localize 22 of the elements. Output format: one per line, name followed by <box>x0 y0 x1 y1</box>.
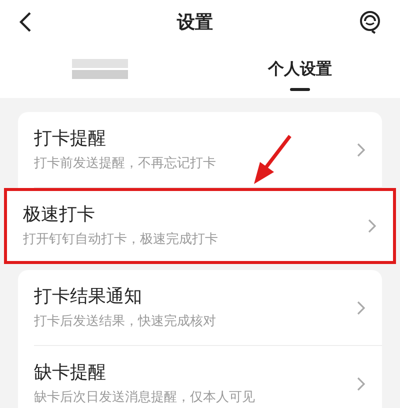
back-icon[interactable] <box>18 11 32 33</box>
row-title: 打卡结果通知 <box>34 285 143 309</box>
row-subtitle: 打开钉钉自动打卡，极速完成打卡 <box>23 231 219 249</box>
row-subtitle: 打卡前发送提醒，不再忘记打卡 <box>34 155 217 173</box>
row-subtitle: 打卡后发送结果，快速完成核对 <box>34 313 217 331</box>
settings-row[interactable]: 缺卡提醒 缺卡后次日发送消息提醒，仅本人可见 <box>18 346 382 408</box>
chevron-icon <box>356 376 366 392</box>
headset-icon[interactable] <box>358 9 382 35</box>
chevron-icon <box>356 300 366 316</box>
row-subtitle: 缺卡后次日发送消息提醒，仅本人可见 <box>34 389 256 407</box>
row-title: 极速打卡 <box>23 203 96 227</box>
annotation-arrow <box>252 134 292 186</box>
pixelated-label <box>72 59 128 79</box>
row-title: 打卡提醒 <box>34 127 107 151</box>
settings-row[interactable]: 极速打卡 打开钉钉自动打卡，极速完成打卡 <box>4 188 396 264</box>
chevron-icon <box>367 218 377 234</box>
settings-row[interactable]: 打卡提醒 打卡前发送提醒，不再忘记打卡 <box>18 112 382 188</box>
settings-row[interactable]: 打卡结果通知 打卡后发送结果，快速完成核对 <box>18 270 382 346</box>
chevron-icon <box>356 142 366 158</box>
page-title: 设置 <box>176 10 214 34</box>
tab[interactable]: 个人设置 <box>268 51 332 91</box>
row-title: 缺卡提醒 <box>34 361 107 385</box>
